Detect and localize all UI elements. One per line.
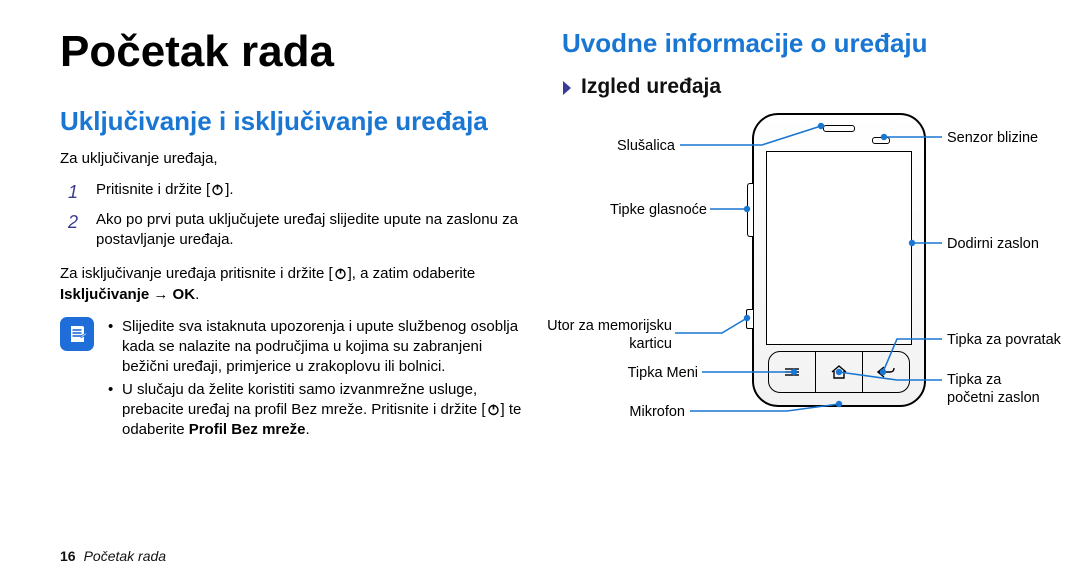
note-item-1: • Slijedite sva istaknuta upozorenja i u… [108, 317, 528, 378]
phone-illustration [752, 113, 922, 403]
chevron-right-icon [562, 80, 573, 96]
section-name: Početak rada [84, 548, 167, 564]
label-sensor: Senzor blizine [947, 129, 1038, 147]
power-off-text: Za isključivanje uređaja pritisnite i dr… [60, 264, 528, 305]
section-info: Uvodne informacije o uređaju [562, 28, 1030, 59]
label-volume: Tipke glasnoće [562, 201, 707, 219]
sensor-icon [872, 137, 890, 144]
label-sd-a: Utor za memorijsku [547, 318, 672, 334]
note-icon [60, 317, 94, 351]
note-1-text: Slijedite sva istaknuta upozorenja i upu… [122, 317, 528, 378]
sd-slot-icon [746, 309, 753, 329]
bullet-dot: • [108, 380, 122, 441]
label-earpiece: Slušalica [562, 137, 675, 155]
label-home-b: početni zaslon [947, 390, 1040, 406]
page-title: Početak rada [60, 28, 528, 76]
step-text: Ako po prvi puta uključujete uređaj slij… [96, 210, 528, 251]
step-2: 2 Ako po prvi puta uključujete uređaj sl… [60, 210, 528, 251]
page-footer: 16 Početak rada [60, 548, 166, 564]
label-back: Tipka za povratak [947, 331, 1061, 349]
label-mic: Mikrofon [562, 403, 685, 421]
right-column: Uvodne informacije o uređaju Izgled uređ… [552, 28, 1030, 576]
note-box: • Slijedite sva istaknuta upozorenja i u… [60, 317, 528, 443]
subsection-layout: Izgled uređaja [562, 75, 1030, 99]
button-row [768, 351, 910, 393]
label-menu: Tipka Meni [562, 364, 698, 382]
note-2-c: . [305, 421, 309, 438]
section-power: Uključivanje i isključivanje uređaja [60, 106, 528, 137]
note-item-2: • U slučaju da želite koristiti samo izv… [108, 380, 528, 441]
label-home-a: Tipka za [947, 372, 1001, 388]
menu-key-icon [769, 352, 816, 392]
label-sd: Utor za memorijsku karticu [532, 317, 672, 353]
power-icon [334, 267, 347, 280]
note-body: • Slijedite sva istaknuta upozorenja i u… [108, 317, 528, 443]
power-icon [487, 403, 500, 416]
off-text-bold: Isključivanje → OK [60, 286, 195, 303]
step-text: Pritisnite i držite []. [96, 180, 528, 200]
label-home: Tipka za početni zaslon [947, 371, 1040, 407]
volume-rocker-icon [747, 183, 753, 237]
earpiece-icon [823, 125, 855, 132]
back-key-icon [863, 352, 909, 392]
power-icon [211, 183, 224, 196]
screen-icon [766, 151, 912, 345]
subsection-label: Izgled uređaja [581, 75, 721, 99]
step-number: 1 [68, 180, 96, 204]
step-number: 2 [68, 210, 96, 234]
note-2-text: U slučaju da želite koristiti samo izvan… [122, 380, 528, 441]
note-2-bold: Profil Bez mreže [189, 421, 306, 438]
label-sd-b: karticu [629, 336, 672, 352]
ordered-steps: 1 Pritisnite i držite []. 2 Ako po prvi … [60, 174, 528, 257]
home-key-icon [816, 352, 863, 392]
mic-icon [838, 404, 841, 407]
phone-body [752, 113, 926, 407]
left-column: Početak rada Uključivanje i isključivanj… [60, 28, 552, 576]
label-touch: Dodirni zaslon [947, 235, 1039, 253]
page-number: 16 [60, 548, 76, 564]
note-2-a: U slučaju da želite koristiti samo izvan… [122, 381, 486, 418]
device-diagram: Slušalica Tipke glasnoće Utor za memorij… [562, 113, 1030, 483]
step-1-text-a: Pritisnite i držite [ [96, 181, 210, 198]
off-text-b: ], a zatim odaberite [348, 265, 476, 282]
intro-text: Za uključivanje uređaja, [60, 149, 528, 169]
step-1: 1 Pritisnite i držite []. [60, 180, 528, 204]
step-1-text-b: ]. [225, 181, 233, 198]
bullet-dot: • [108, 317, 122, 378]
off-text-c: . [195, 286, 199, 303]
off-text-a: Za isključivanje uređaja pritisnite i dr… [60, 265, 333, 282]
